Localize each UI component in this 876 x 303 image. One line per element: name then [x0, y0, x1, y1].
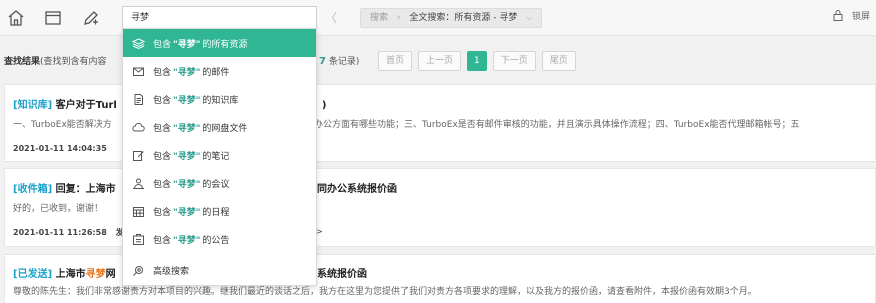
- suggestion-suffix: 的会议: [202, 179, 230, 190]
- suggestion-prefix: 包含: [153, 123, 172, 134]
- lock-screen-button[interactable]: 锁屏: [832, 9, 870, 22]
- suggestion-keyword: "寻梦": [173, 179, 201, 190]
- suggestion-suffix: 的邮件: [202, 67, 230, 78]
- suggestion-prefix: 包含: [153, 67, 172, 78]
- suggestion-keyword: "寻梦": [173, 235, 201, 246]
- breadcrumb[interactable]: 搜索 › 全文搜索：所有资源 - 寻梦 ⌵: [360, 8, 543, 28]
- suggestion-keyword: "寻梦": [173, 95, 201, 106]
- result-title-tail: ): [321, 100, 327, 111]
- suggestion-keyword: "寻梦": [173, 207, 201, 218]
- notice-icon: [132, 233, 145, 246]
- suggestion-keyword: "寻梦": [173, 67, 201, 78]
- suggestion-announcements[interactable]: 包含 "寻梦" 的公告: [123, 225, 316, 253]
- result-title[interactable]: [已发送] 上海市寻梦网 系统报价函: [13, 265, 367, 280]
- lock-screen-label: 锁屏: [851, 12, 870, 22]
- search-suggestions-dropdown: 包含 "寻梦" 的所有资源 包含 "寻梦" 的邮件 包含 "寻梦" 的知识库 包含 "寻梦" 的…: [122, 28, 317, 286]
- result-title[interactable]: [收件箱] 回复：上海市 同办公系统报价函: [13, 180, 397, 195]
- suggestion-keyword: "寻梦": [173, 39, 201, 50]
- result-title-highlight: 寻梦: [85, 269, 106, 280]
- back-arrow-icon[interactable]: 〈: [325, 9, 337, 26]
- suggestion-notes[interactable]: 包含 "寻梦" 的笔记: [123, 141, 316, 169]
- breadcrumb-current: 全文搜索：所有资源 - 寻梦: [409, 13, 518, 23]
- search-input[interactable]: [131, 11, 311, 22]
- suggestion-mail[interactable]: 包含 "寻梦" 的邮件: [123, 57, 316, 85]
- result-title-text: 客户对于Turl: [55, 100, 117, 111]
- result-tag: [已发送]: [13, 269, 53, 280]
- result-title-mid: 网: [105, 269, 116, 280]
- result-title-tail: 同办公系统报价函: [317, 184, 397, 195]
- cloud-icon: [132, 121, 145, 134]
- prev-page-button[interactable]: 上一页: [418, 51, 462, 71]
- results-title: 查找结果: [4, 57, 41, 67]
- suggestion-knowledge-base[interactable]: 包含 "寻梦" 的知识库: [123, 85, 316, 113]
- suggestion-suffix: 的所有资源: [202, 39, 248, 50]
- results-count: 7 条记录): [319, 54, 359, 67]
- result-date: 2021-01-11 14:04:35: [13, 144, 107, 153]
- result-meta-right: >: [316, 227, 323, 236]
- result-snippet: 一、TurboEx能否解决方 办公方面有哪些功能；三、TurboEx是否有邮件审核…: [13, 117, 800, 130]
- advanced-search-label: 高级搜索: [153, 266, 190, 277]
- suggestion-prefix: 包含: [153, 207, 172, 218]
- results-hint: (查找到含有内容: [40, 57, 107, 67]
- results-count-number: 7: [319, 56, 326, 67]
- layers-icon: [132, 37, 145, 50]
- suggestion-netdisk-files[interactable]: 包含 "寻梦" 的网盘文件: [123, 113, 316, 141]
- suggestion-prefix: 包含: [153, 39, 172, 50]
- result-date-text: 2021-01-11 11:26:58: [13, 228, 107, 237]
- suggestion-suffix: 的笔记: [202, 151, 230, 162]
- result-title-text: 上海市: [55, 269, 86, 280]
- mail-icon: [132, 65, 145, 78]
- suggestion-meetings[interactable]: 包含 "寻梦" 的会议: [123, 169, 316, 197]
- result-title-tail: 系统报价函: [317, 269, 367, 280]
- results-count-suffix: 条记录): [328, 57, 360, 67]
- first-page-button[interactable]: 首页: [378, 51, 413, 71]
- window-icon[interactable]: [43, 8, 63, 28]
- results-header: 查找结果(查找到含有内容: [4, 54, 107, 67]
- suggestion-keyword: "寻梦": [173, 123, 201, 134]
- last-page-button[interactable]: 尾页: [541, 51, 576, 71]
- home-icon[interactable]: [6, 8, 26, 28]
- suggestion-prefix: 包含: [153, 151, 172, 162]
- suggestion-suffix: 的网盘文件: [202, 123, 248, 134]
- suggestion-all-resources[interactable]: 包含 "寻梦" 的所有资源: [123, 29, 316, 57]
- suggestion-suffix: 的日程: [202, 207, 230, 218]
- suggestion-suffix: 的公告: [202, 235, 230, 246]
- pagination: 首页 上一页 1 下一页 尾页: [378, 51, 576, 71]
- page: 〈 搜索 › 全文搜索：所有资源 - 寻梦 ⌵ 锁屏 查找结果(查找到含有内容 …: [0, 0, 876, 303]
- document-icon: [132, 93, 145, 106]
- current-page-button[interactable]: 1: [467, 51, 487, 71]
- suggestion-keyword: "寻梦": [173, 151, 201, 162]
- result-snippet-left: 一、TurboEx能否解决方: [13, 120, 112, 130]
- meeting-icon: [132, 177, 145, 190]
- next-page-button[interactable]: 下一页: [492, 51, 536, 71]
- result-title-text: 回复：上海市: [55, 184, 116, 195]
- suggestion-schedule[interactable]: 包含 "寻梦" 的日程: [123, 197, 316, 225]
- chevron-down-icon[interactable]: ⌵: [526, 13, 532, 22]
- suggestion-prefix: 包含: [153, 179, 172, 190]
- suggestion-suffix: 的知识库: [202, 95, 239, 106]
- advanced-search-button[interactable]: 高级搜索: [123, 256, 316, 284]
- result-tag: [收件箱]: [13, 184, 53, 195]
- breadcrumb-separator: ›: [396, 13, 401, 23]
- result-snippet-right: 办公方面有哪些功能；三、TurboEx是否有邮件审核的功能，并且演示具体操作流程…: [314, 120, 800, 130]
- breadcrumb-root[interactable]: 搜索: [370, 13, 388, 23]
- note-icon: [132, 149, 145, 162]
- compose-icon[interactable]: [81, 8, 101, 28]
- advanced-search-icon: [132, 264, 145, 277]
- result-snippet: 好的，已收到，谢谢！: [13, 204, 104, 214]
- result-tag: [知识库]: [13, 100, 53, 111]
- suggestion-prefix: 包含: [153, 235, 172, 246]
- suggestion-prefix: 包含: [153, 95, 172, 106]
- search-input-box[interactable]: [122, 6, 317, 30]
- lock-icon: [833, 10, 843, 21]
- result-date: 2021-01-11 11:26:58 发件: [13, 227, 132, 238]
- calendar-icon: [132, 205, 145, 218]
